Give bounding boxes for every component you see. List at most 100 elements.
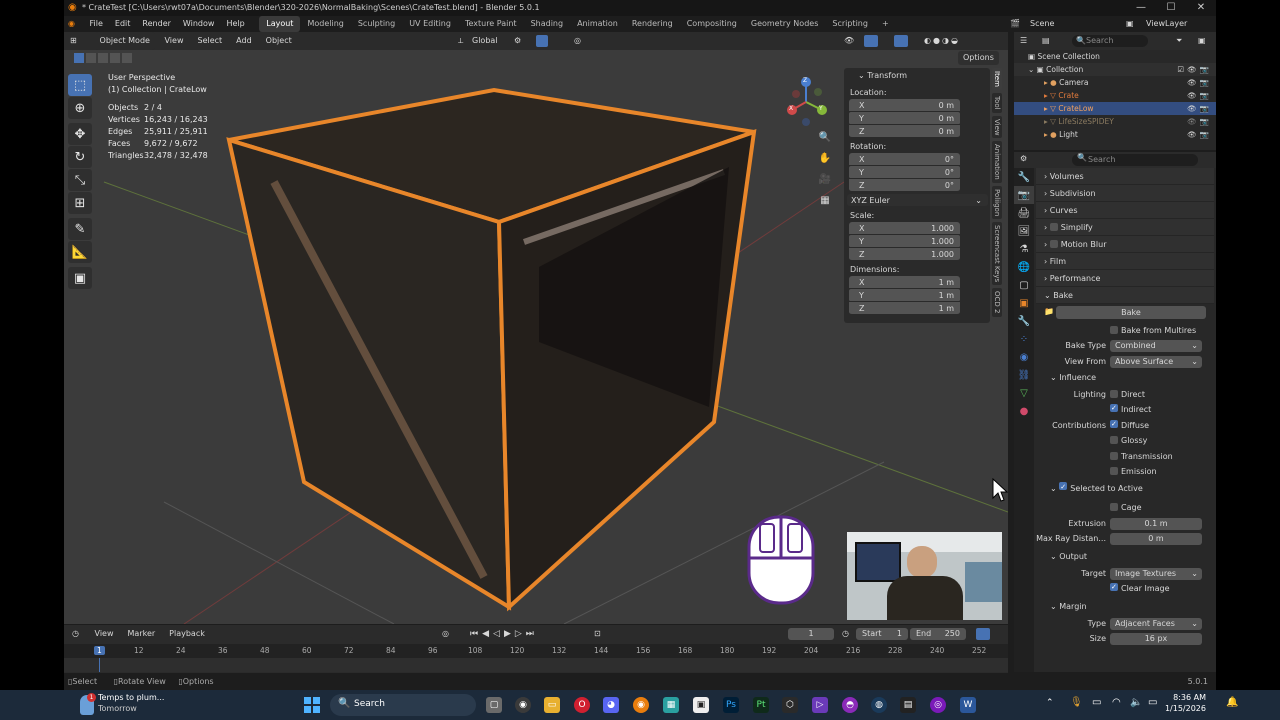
tab-sculpting[interactable]: Sculpting [351,16,402,32]
app-icon[interactable]: ▣ [693,697,709,713]
shading-mode-icons[interactable]: ◐●◑◒ [924,32,960,50]
physics-tab-icon[interactable]: ◉ [1014,348,1034,366]
select-mode-invert-icon[interactable] [110,53,120,63]
windows-start-icon[interactable] [304,697,320,713]
move-tool[interactable]: ✥ [68,123,92,145]
minimize-button[interactable]: — [1126,0,1156,16]
close-button[interactable]: ✕ [1186,0,1216,16]
tab-view[interactable]: View [992,115,1002,139]
scale-tool[interactable]: ⤡ [68,169,92,191]
filter-icon[interactable]: ⏷ [1176,32,1182,50]
scale-x-field[interactable]: X 1.000 [849,222,960,235]
unity-icon[interactable]: ⬡ [782,697,798,713]
menu-select[interactable]: Select [190,32,229,50]
end-frame-field[interactable]: End 250 [910,628,966,640]
rotation-x-field[interactable]: X 0° [849,153,960,166]
visual-studio-icon[interactable]: ▷ [812,697,828,713]
select-box-tool[interactable]: ⬚ [68,74,92,96]
word-icon[interactable]: W [960,697,976,713]
chrome-icon[interactable]: ◉ [515,697,531,713]
clock-time[interactable]: 8:36 AM [1168,693,1206,702]
rotation-mode-dropdown[interactable]: XYZ Euler ⌄ [847,194,988,207]
add-workspace-button[interactable]: + [875,16,896,32]
collection-tab-icon[interactable]: ▢ [1014,276,1034,294]
margin-type-dropdown[interactable]: Adjacent Faces ⌄ [1110,617,1202,630]
outliner-item-cratelow[interactable]: ▸ ▽ CrateLow 👁📷 [1014,102,1216,115]
subsection-margin[interactable]: ⌄ Margin [1036,599,1214,615]
properties-search-input[interactable]: Search [1072,154,1198,166]
transmission-checkbox[interactable]: Transmission [1110,450,1173,464]
outliner-item-light[interactable]: ▸ ● Light 👁📷 [1014,128,1216,141]
material-tab-icon[interactable]: ● [1014,402,1034,420]
bake-button[interactable]: Bake [1056,306,1206,319]
view-from-dropdown[interactable]: Above Surface ⌄ [1110,355,1202,368]
options-dropdown[interactable]: Options [958,51,999,65]
cursor-tool[interactable]: ⊕ [68,97,92,119]
github-desktop-icon[interactable]: ◓ [842,697,858,713]
selected-to-active-checkbox[interactable] [1059,482,1068,490]
section-subdivision[interactable]: › Subdivision [1036,185,1214,202]
dimensions-z-field[interactable]: Z1 m [849,302,960,315]
timeline-options-icon[interactable] [976,628,990,640]
emission-checkbox[interactable]: Emission [1110,465,1157,479]
timeline-menu-playback[interactable]: Playback [162,625,212,643]
weather-text[interactable]: Temps to plum... [98,693,164,702]
power-icon[interactable]: ▭ [1148,697,1157,708]
photoshop-icon[interactable]: Ps [723,697,739,713]
substance-painter-icon[interactable]: Pt [753,697,769,713]
location-y-field[interactable]: Y0 m [849,112,960,125]
view-layer-tab-icon[interactable]: 🖼 [1014,222,1034,240]
zoom-icon[interactable]: 🔍 [816,128,834,146]
task-view-icon[interactable]: ▢ [486,697,502,713]
render-tab-icon[interactable]: 📷 [1014,186,1034,204]
scene-tab-icon[interactable]: ⚗ [1014,240,1034,258]
section-motion-blur[interactable]: › Motion Blur [1036,236,1214,253]
subsection-output[interactable]: ⌄ Output [1036,549,1214,565]
wifi-icon[interactable]: ◠ [1112,697,1121,708]
frame-ruler[interactable]: 1 12 24 36 48 60 72 84 96 108 120 132 14… [64,644,1008,658]
margin-size-field[interactable]: 16 px [1110,633,1202,645]
maximize-button[interactable]: ☐ [1156,0,1186,16]
menu-render[interactable]: Render [136,16,176,32]
rotate-tool[interactable]: ↻ [68,146,92,168]
glossy-checkbox[interactable]: Glossy [1110,434,1147,448]
start-frame-field[interactable]: Start 1 [856,628,908,640]
collection-row[interactable]: ⌄ ▣ Collection ☑👁📷 [1014,63,1216,76]
scale-y-field[interactable]: Y 1.000 [849,235,960,248]
extrusion-field[interactable]: 0.1 m [1110,517,1202,530]
timeline-menu-view[interactable]: View [88,625,121,643]
section-simplify[interactable]: › Simplify [1036,219,1214,236]
tool-tab-icon[interactable]: 🔧 [1014,168,1034,186]
modifier-tab-icon[interactable]: 🔧 [1014,312,1034,330]
display-mode-icon[interactable]: ▤ [1042,32,1050,50]
measure-tool[interactable]: 📐 [68,241,92,263]
playback-controls-icon[interactable]: ⏮◀◁▶▷⏭ [470,625,538,643]
obs-icon[interactable]: ◎ [930,697,946,713]
section-film[interactable]: › Film [1036,253,1214,270]
section-volumes[interactable]: › Volumes [1036,168,1214,185]
tab-animation[interactable]: Animation [570,16,625,32]
show-hidden-icons-icon[interactable]: ⌃ [1046,698,1054,708]
max-ray-distance-field[interactable]: 0 m [1110,533,1202,545]
add-cube-tool[interactable]: ▣ [68,267,92,289]
camera-view-icon[interactable]: 🎥 [816,170,834,188]
menu-window[interactable]: Window [177,16,221,32]
file-explorer-icon[interactable]: ▭ [544,697,560,713]
bake-from-multires-checkbox[interactable]: Bake from Multires [1110,324,1196,338]
opera-icon[interactable]: O [574,697,590,713]
tab-scripting[interactable]: Scripting [825,16,875,32]
subsection-influence[interactable]: ⌄ Influence [1036,370,1214,386]
select-mode-new-icon[interactable] [74,53,84,63]
speaker-icon[interactable]: 🔈 [1130,697,1142,708]
timeline-track[interactable] [64,658,1008,672]
tab-modeling[interactable]: Modeling [300,16,350,32]
data-tab-icon[interactable]: ▽ [1014,384,1034,402]
rotation-y-field[interactable]: Y 0° [849,166,960,179]
blender-taskbar-icon[interactable]: ◉ [633,697,649,713]
constraints-tab-icon[interactable]: ⛓ [1014,366,1034,384]
visibility-icon[interactable]: 👁 [844,32,854,50]
outliner-item-camera[interactable]: ▸ ● Camera 👁📷 [1014,76,1216,89]
section-bake[interactable]: ⌄ Bake [1036,287,1214,304]
select-mode-extend-icon[interactable] [86,53,96,63]
microphone-icon[interactable]: 🎙 [1070,697,1083,708]
